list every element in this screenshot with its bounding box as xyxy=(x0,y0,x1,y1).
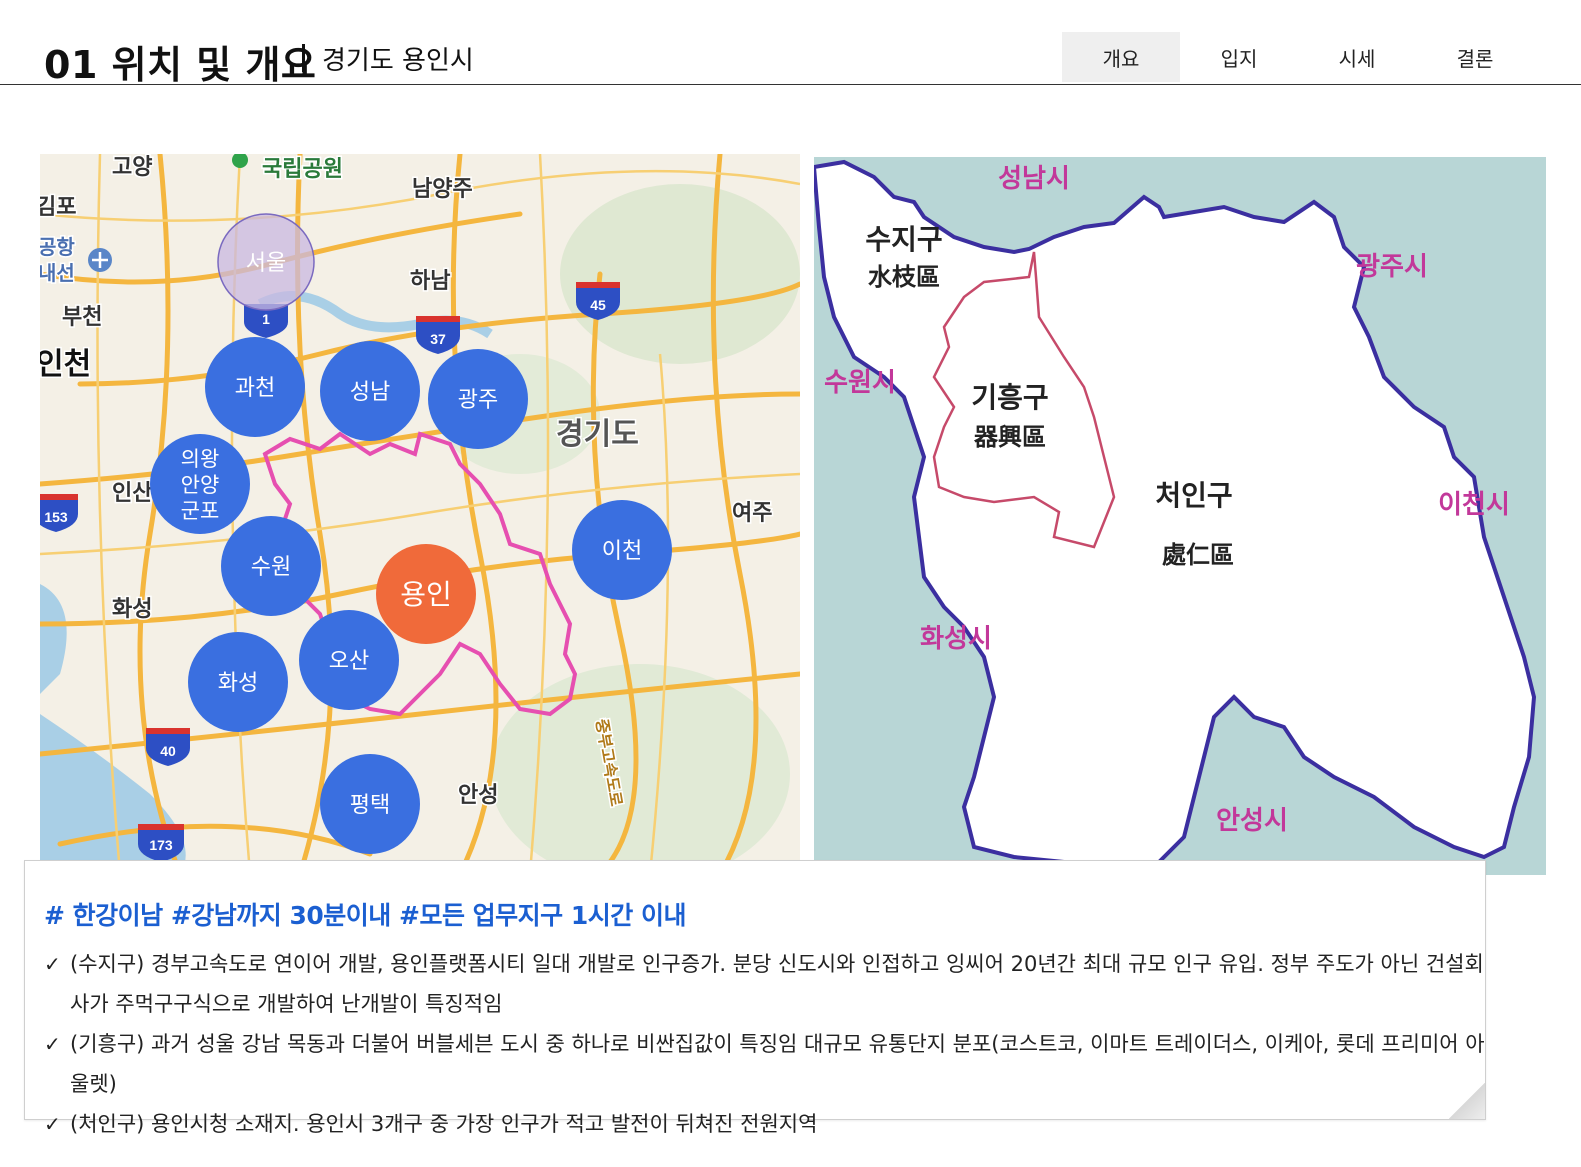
svg-text:153: 153 xyxy=(44,509,68,525)
park-icon xyxy=(232,154,248,168)
svg-text:40: 40 xyxy=(160,743,176,759)
place-label-line: 내선 xyxy=(40,262,75,285)
neighbor-label-anseong: 안성시 xyxy=(1216,805,1288,835)
place-label-gyeonggi: 경기도 xyxy=(556,418,639,451)
svg-text:성남: 성남 xyxy=(350,379,390,404)
summary-bullet: ✓ (처인구) 용인시청 소재지. 용인시 3개구 중 가장 인구가 적고 발전… xyxy=(44,1104,1494,1144)
neighbor-label-hwaseong: 화성시 xyxy=(920,623,992,653)
check-icon: ✓ xyxy=(44,952,61,976)
place-label-insan: 인산 xyxy=(112,480,152,505)
district-map-svg: 성남시 광주시 수원시 이천시 화성시 안성시 수지구 水枝區 기흥구 器興區 … xyxy=(814,159,1537,875)
svg-text:과천: 과천 xyxy=(235,375,275,400)
regional-map: 1 37 45 153 40 173 고양 국립공원 남양주 김포 공항 내선 … xyxy=(40,154,800,874)
page-title: 01 위치 및 개요 xyxy=(44,43,317,87)
city-circle-osan[interactable]: 오산 xyxy=(299,610,399,710)
check-icon: ✓ xyxy=(44,1112,61,1136)
summary-bullet-text: (처인구) 용인시청 소재지. 용인시 3개구 중 가장 인구가 적고 발전이 … xyxy=(70,1112,818,1136)
summary-bullet: ✓ (수지구) 경부고속도로 연이어 개발, 용인플랫폼시티 일대 개발로 인구… xyxy=(44,944,1494,1024)
place-label-hwaseong: 화성 xyxy=(112,596,152,621)
neighbor-label-icheon: 이천시 xyxy=(1438,489,1510,519)
city-circle-gwacheon[interactable]: 과천 xyxy=(205,337,305,437)
svg-text:173: 173 xyxy=(149,837,173,853)
tab-price[interactable]: 시세 xyxy=(1298,32,1416,82)
svg-text:37: 37 xyxy=(430,331,446,347)
regional-map-svg: 1 37 45 153 40 173 고양 국립공원 남양주 김포 공항 내선 … xyxy=(40,154,800,874)
tab-bar: 개요 입지 시세 결론 xyxy=(1062,32,1534,82)
summary-bullets: ✓ (수지구) 경부고속도로 연이어 개발, 용인플랫폼시티 일대 개발로 인구… xyxy=(44,944,1494,1144)
svg-text:오산: 오산 xyxy=(329,648,369,673)
place-label-incheon: 인천 xyxy=(40,348,91,381)
svg-text:화성: 화성 xyxy=(218,670,258,695)
svg-text:이천: 이천 xyxy=(602,538,642,563)
highway-shield-40: 40 xyxy=(146,728,190,766)
city-circle-pyeongtaek[interactable]: 평택 xyxy=(320,754,420,854)
svg-text:수원: 수원 xyxy=(251,554,291,579)
district-label-cheoin: 처인구 xyxy=(1155,480,1232,512)
anyang-label: 안양 xyxy=(181,474,220,497)
district-label-suji: 수지구 xyxy=(865,224,942,256)
uiwang-label: 의왕 xyxy=(181,448,220,471)
place-label-hanam: 하남 xyxy=(410,268,450,293)
highway-shield-153: 153 xyxy=(40,494,78,532)
place-label-gimpo: 김포 xyxy=(40,194,76,219)
place-label-bucheon: 부천 xyxy=(62,304,102,329)
district-hanja-cheoin: 處仁區 xyxy=(1162,542,1234,569)
city-circle-hwaseong[interactable]: 화성 xyxy=(188,632,288,732)
tab-conclusion[interactable]: 결론 xyxy=(1416,32,1534,82)
district-hanja-suji: 水枝區 xyxy=(868,264,940,291)
svg-text:평택: 평택 xyxy=(350,792,390,817)
district-label-giheung: 기흥구 xyxy=(971,382,1048,414)
svg-text:서울: 서울 xyxy=(246,250,286,275)
check-icon: ✓ xyxy=(44,1032,61,1056)
summary-bullet-text: (기흥구) 과거 성울 강남 목동과 더불어 버블세븐 도시 중 하나로 비싼집… xyxy=(70,1032,1485,1096)
tab-overview[interactable]: 개요 xyxy=(1062,32,1180,82)
city-circle-seongnam[interactable]: 성남 xyxy=(320,341,420,441)
tab-location[interactable]: 입지 xyxy=(1180,32,1298,82)
place-label-airport: 공항 xyxy=(40,236,75,259)
svg-text:45: 45 xyxy=(590,297,606,313)
city-circle-seoul[interactable]: 서울 xyxy=(217,213,315,311)
gunpo-label: 군포 xyxy=(181,500,220,523)
svg-text:용인: 용인 xyxy=(400,579,452,610)
svg-text:광주: 광주 xyxy=(458,387,498,412)
city-circle-yongin[interactable]: 용인 xyxy=(376,544,476,644)
place-label-anseong: 안성 xyxy=(458,782,498,807)
place-label-yeoju: 여주 xyxy=(732,500,772,525)
neighbor-label-suwon: 수원시 xyxy=(824,367,896,397)
place-label-national-park: 국립공원 xyxy=(262,156,343,181)
svg-text:1: 1 xyxy=(262,311,270,327)
neighbor-label-gwangju: 광주시 xyxy=(1356,251,1428,281)
city-circle-gwangju[interactable]: 광주 xyxy=(428,349,528,449)
page-header: 01 위치 및 개요 경기도 용인시 개요 입지 시세 결론 xyxy=(0,0,1581,87)
summary-bullet: ✓ (기흥구) 과거 성울 강남 목동과 더불어 버블세븐 도시 중 하나로 비… xyxy=(44,1024,1494,1104)
district-map: 성남시 광주시 수원시 이천시 화성시 안성시 수지구 水枝區 기흥구 器興區 … xyxy=(814,157,1546,875)
place-label-goyang: 고양 xyxy=(112,154,152,179)
page-subtitle: 경기도 용인시 xyxy=(322,46,474,76)
title-divider xyxy=(302,44,305,72)
city-circle-suwon[interactable]: 수원 xyxy=(221,516,321,616)
city-circle-icheon[interactable]: 이천 xyxy=(572,500,672,600)
place-label-namyangju: 남양주 xyxy=(412,176,473,201)
neighbor-label-seongnam: 성남시 xyxy=(998,163,1070,193)
city-circle-uiwang-anyang-gunpo[interactable]: 의왕 안양 군포 xyxy=(150,434,250,534)
summary-hashtags: # 한강이남 #강남까지 30분이내 #모든 업무지구 1시간 이내 xyxy=(44,901,686,930)
district-hanja-giheung: 器興區 xyxy=(973,424,1046,451)
summary-bullet-text: (수지구) 경부고속도로 연이어 개발, 용인플랫폼시티 일대 개발로 인구증가… xyxy=(70,952,1484,1016)
